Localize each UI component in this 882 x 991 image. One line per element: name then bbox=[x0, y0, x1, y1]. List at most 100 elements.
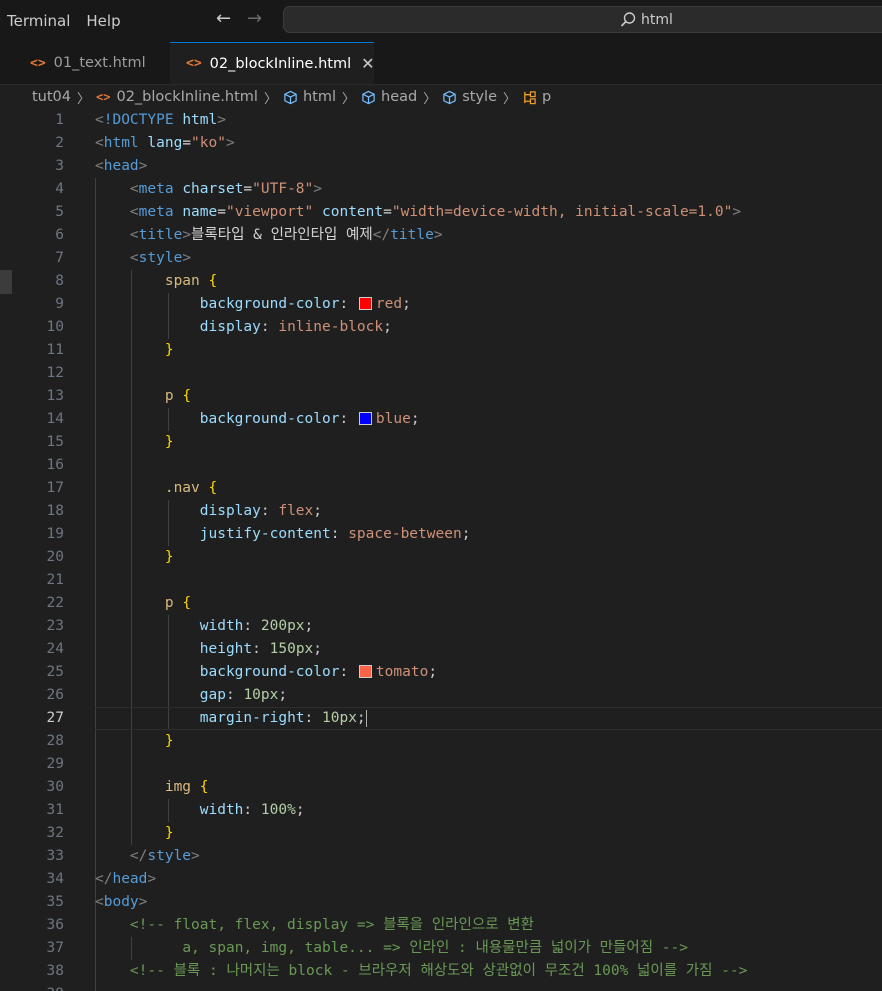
code-token: : bbox=[339, 296, 357, 312]
forward-arrow-icon[interactable]: → bbox=[247, 8, 262, 29]
code-text: <body> bbox=[95, 891, 147, 914]
code-token: title bbox=[138, 227, 183, 243]
code-token: background-color bbox=[199, 664, 340, 680]
code-line[interactable]: 6 <title>블록타입 & 인라인타입 예제</title> bbox=[0, 224, 882, 247]
code-token: > bbox=[191, 848, 200, 864]
color-swatch[interactable] bbox=[358, 411, 372, 425]
code-line[interactable]: 9 background-color: red; bbox=[0, 293, 882, 316]
line-number: 24 bbox=[46, 641, 64, 657]
code-line[interactable]: 20 } bbox=[0, 546, 882, 569]
color-swatch[interactable] bbox=[358, 664, 372, 678]
code-line[interactable]: 39 bbox=[0, 983, 882, 991]
code-line[interactable]: 22 p { bbox=[0, 592, 882, 615]
code-line[interactable]: 37 a, span, img, table... => 인라인 : 내용물만큼… bbox=[0, 937, 882, 960]
code-token: < bbox=[129, 181, 139, 197]
code-token: !DOCTYPE bbox=[103, 112, 174, 128]
breadcrumb-style[interactable]: style bbox=[462, 89, 497, 105]
code-line[interactable]: 38 <!-- 블록 : 나머지는 block - 브라우저 해상도와 상관없이… bbox=[0, 960, 882, 983]
code-line[interactable]: 11 } bbox=[0, 339, 882, 362]
breadcrumb-folder[interactable]: tut04 bbox=[32, 89, 71, 105]
code-line[interactable]: 32 } bbox=[0, 822, 882, 845]
code-line[interactable]: 23 width: 200px; bbox=[0, 615, 882, 638]
line-number: 20 bbox=[46, 549, 64, 565]
menu-help[interactable]: Help bbox=[78, 0, 128, 42]
menu-terminal[interactable]: Terminal bbox=[0, 0, 78, 42]
code-line[interactable]: 5 <meta name="viewport" content="width=d… bbox=[0, 201, 882, 224]
code-line[interactable]: 3 <head> bbox=[0, 155, 882, 178]
code-line[interactable]: 2 <html lang="ko"> bbox=[0, 132, 882, 155]
line-number: 39 bbox=[14, 983, 64, 991]
code-token: body bbox=[103, 894, 139, 910]
code-line[interactable]: 21 bbox=[0, 569, 882, 592]
tab-01-text-html[interactable]: <> 01_text.html bbox=[14, 42, 171, 84]
code-line[interactable]: 35 <body> bbox=[0, 891, 882, 914]
code-text: <!-- float, flex, display => 블록을 인라인으로 변… bbox=[95, 914, 534, 937]
code-line[interactable]: 34 </head> bbox=[0, 868, 882, 891]
code-line[interactable]: 27 margin-right: 10px; bbox=[0, 707, 882, 730]
code-line[interactable]: 19 justify-content: space-between; bbox=[0, 523, 882, 546]
code-text: } bbox=[95, 339, 174, 362]
code-token: } bbox=[164, 549, 174, 565]
code-token: background-color bbox=[199, 411, 340, 427]
code-line[interactable]: 26 gap: 10px; bbox=[0, 684, 882, 707]
code-line[interactable]: 7 <style> bbox=[0, 247, 882, 270]
breadcrumb-head[interactable]: head bbox=[381, 89, 417, 105]
code-line[interactable]: 4 <meta charset="UTF-8"> bbox=[0, 178, 882, 201]
breadcrumb-html[interactable]: html bbox=[303, 89, 336, 105]
code-text: background-color: tomato; bbox=[95, 661, 437, 684]
css-selector-icon bbox=[524, 90, 536, 104]
code-token: > bbox=[138, 894, 148, 910]
command-center-search[interactable]: html bbox=[283, 6, 882, 33]
code-line[interactable]: 16 bbox=[0, 454, 882, 477]
back-arrow-icon[interactable]: ← bbox=[216, 8, 231, 29]
code-token: justify-content bbox=[199, 526, 331, 542]
code-line[interactable]: 29 bbox=[0, 753, 882, 776]
text-cursor bbox=[365, 709, 368, 727]
code-line[interactable]: 25 background-color: tomato; bbox=[0, 661, 882, 684]
code-line[interactable]: 24 height: 150px; bbox=[0, 638, 882, 661]
code-editor[interactable]: 1 <!DOCTYPE html> 2 <html lang="ko"> 3 <head>… bbox=[0, 109, 882, 991]
code-token: html bbox=[103, 135, 139, 151]
code-line[interactable]: 14 background-color: blue; bbox=[0, 408, 882, 431]
line-number: 38 bbox=[46, 963, 64, 979]
code-token: > bbox=[313, 181, 322, 197]
color-swatch[interactable] bbox=[358, 296, 372, 310]
code-token: ; bbox=[304, 618, 314, 634]
code-text: <style> bbox=[95, 247, 191, 270]
tab-02-blockinline-html[interactable]: <> 02_blockInline.html ✕ bbox=[170, 42, 375, 84]
code-line[interactable]: 18 display: flex; bbox=[0, 500, 882, 523]
code-line[interactable]: 1 <!DOCTYPE html> bbox=[0, 109, 882, 132]
code-line[interactable]: 10 display: inline-block; bbox=[0, 316, 882, 339]
line-number: 1 bbox=[55, 112, 64, 128]
code-line[interactable]: 33 </style> bbox=[0, 845, 882, 868]
code-token: gap bbox=[199, 687, 226, 703]
code-line[interactable]: 15 } bbox=[0, 431, 882, 454]
code-token: { bbox=[182, 595, 192, 611]
code-line[interactable]: 17 .nav { bbox=[0, 477, 882, 500]
code-token: meta bbox=[138, 204, 174, 220]
line-number: 31 bbox=[46, 802, 64, 818]
breadcrumb-file[interactable]: 02_blockInline.html bbox=[116, 89, 257, 105]
code-token: ; bbox=[356, 710, 366, 726]
code-token: <!-- float, flex, display => 블록을 인라인으로 변… bbox=[129, 917, 534, 933]
code-token: > bbox=[138, 158, 148, 174]
code-line[interactable]: 13 p { bbox=[0, 385, 882, 408]
code-line[interactable]: 28 } bbox=[0, 730, 882, 753]
code-token: ; bbox=[402, 296, 411, 312]
code-line[interactable]: 30 img { bbox=[0, 776, 882, 799]
code-token: "width=device-width, initial-scale=1.0" bbox=[391, 204, 733, 220]
code-line[interactable]: 36 <!-- float, flex, display => 블록을 인라인으… bbox=[0, 914, 882, 937]
code-text: </head> bbox=[95, 868, 156, 891]
code-line[interactable]: 31 width: 100%; bbox=[0, 799, 882, 822]
close-icon[interactable]: ✕ bbox=[361, 54, 374, 73]
breadcrumb-selector[interactable]: p bbox=[542, 89, 551, 105]
code-line[interactable]: 12 bbox=[0, 362, 882, 385]
code-text: gap: 10px; bbox=[95, 684, 287, 707]
code-token: : bbox=[243, 618, 261, 634]
code-line[interactable]: 8 span { bbox=[0, 270, 882, 293]
